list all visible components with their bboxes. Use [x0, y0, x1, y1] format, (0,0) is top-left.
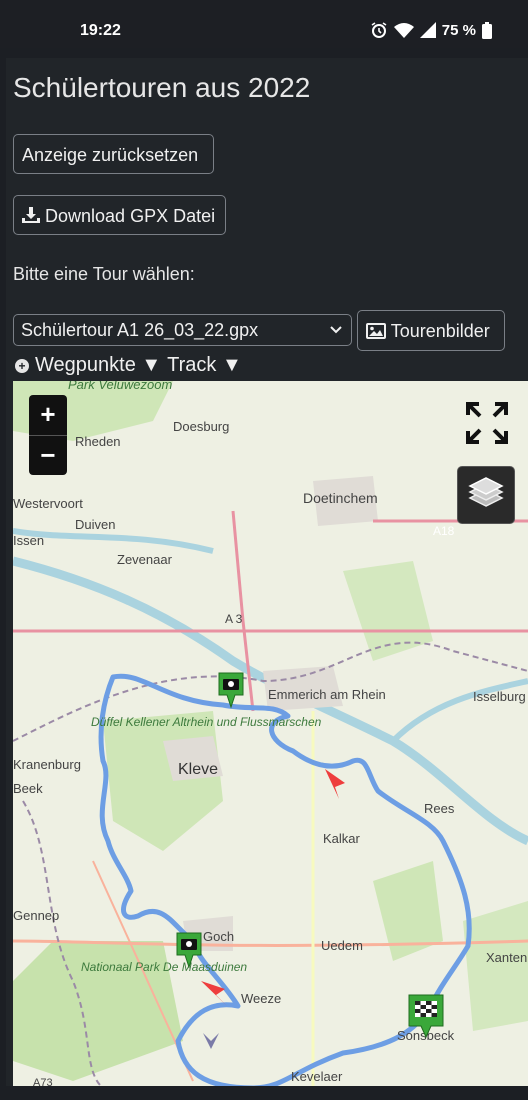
reset-view-button[interactable]: Anzeige zurücksetzen — [13, 134, 214, 174]
map-label: Doesburg — [173, 419, 229, 434]
map-label: Doetinchem — [303, 490, 378, 506]
plus-circle-icon: + — [15, 358, 29, 373]
map-label: Beek — [13, 781, 43, 796]
zoom-control: + − — [29, 395, 67, 475]
layer-toggles: + Wegpunkte ▼ Track ▼ — [15, 354, 242, 377]
download-icon — [22, 207, 40, 223]
map-label: Rees — [424, 801, 455, 816]
map-label: Nationaal Park De Maasduinen — [81, 960, 247, 974]
fullscreen-icon[interactable] — [465, 401, 509, 445]
track-toggle[interactable]: Track ▼ — [167, 354, 242, 377]
tour-select-value: Schülertour A1 26_03_22.gpx — [21, 320, 259, 340]
map-label: Gennep — [13, 908, 59, 923]
tour-select[interactable]: Schülertour A1 26_03_22.gpx — [13, 314, 352, 346]
page-content: Schülertouren aus 2022 Anzeige zurückset… — [6, 58, 528, 1100]
layers-icon — [468, 477, 504, 507]
tour-pictures-label: Tourenbilder — [390, 321, 490, 341]
layers-button[interactable] — [457, 466, 515, 524]
map-view[interactable]: Park Veluwezoom Rheden Doesburg Westervo… — [13, 381, 528, 1088]
map-label: Emmerich am Rhein — [268, 687, 386, 702]
map-label: Kevelaer — [291, 1069, 343, 1084]
zoom-in-button[interactable]: + — [29, 395, 67, 436]
image-icon — [366, 323, 386, 339]
map-label: Westervoort — [13, 496, 83, 511]
map-canvas[interactable]: Park Veluwezoom Rheden Doesburg Westervo… — [13, 381, 528, 1088]
map-label: Issen — [13, 533, 44, 548]
map-label: Park Veluwezoom — [68, 381, 172, 392]
map-label: Zevenaar — [117, 552, 173, 567]
map-label: Düffel Kellener Altrhein und Flussmarsch… — [91, 715, 322, 729]
wifi-icon — [393, 23, 414, 38]
choose-tour-label: Bitte eine Tour wählen: — [13, 264, 195, 284]
download-gpx-button[interactable]: Download GPX Datei — [13, 195, 226, 235]
map-label: Isselburg — [473, 689, 526, 704]
map-label: Kleve — [178, 761, 218, 778]
page-title: Schülertouren aus 2022 — [13, 72, 311, 103]
status-time: 19:22 — [80, 22, 121, 39]
status-bar: 19:22 75 % — [0, 0, 528, 48]
download-gpx-label: Download GPX Datei — [45, 206, 216, 226]
map-label: Kalkar — [323, 831, 361, 846]
zoom-out-button[interactable]: − — [29, 436, 67, 476]
tour-pictures-button[interactable]: Tourenbilder — [357, 310, 505, 351]
system-nav-bar — [0, 1086, 528, 1100]
map-label: Kranenburg — [13, 757, 81, 772]
signal-icon — [419, 22, 436, 38]
waypoints-toggle[interactable]: Wegpunkte ▼ — [35, 354, 161, 377]
map-label: A18 — [433, 524, 455, 538]
status-icons: 75 % — [370, 21, 492, 39]
chevron-down-icon — [329, 315, 343, 355]
map-label: A 3 — [225, 612, 243, 626]
map-label: Goch — [203, 929, 234, 944]
alarm-icon — [371, 22, 387, 38]
map-label: Uedem — [321, 938, 363, 953]
map-label: Weeze — [241, 991, 281, 1006]
battery-percent: 75 % — [441, 21, 476, 39]
map-label: Duiven — [75, 517, 115, 532]
battery-icon — [482, 21, 492, 39]
map-label: Xanten — [486, 950, 527, 965]
map-label: Rheden — [75, 434, 121, 449]
